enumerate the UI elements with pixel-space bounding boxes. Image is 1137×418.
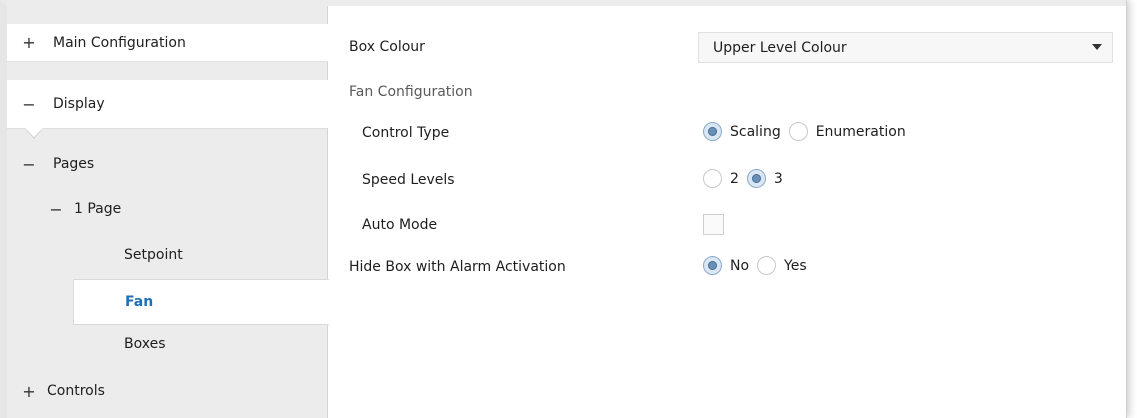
tree-item-boxes[interactable]: Boxes [124,324,166,364]
tree-item-fan[interactable]: Fan [73,279,329,325]
parameter-panel: Box Colour Upper Level Colour Fan Config… [329,6,1126,418]
tree-item-main-configuration[interactable]: + Main Configuration [7,24,328,62]
tree-item-pages[interactable]: − Pages [19,144,319,184]
tree-item-label: Pages [53,156,95,172]
collapse-icon[interactable]: − [46,200,66,219]
radio-unselected-icon[interactable] [757,256,777,275]
radio-label: No [730,257,750,274]
radio-unselected-icon[interactable] [703,169,722,188]
box-colour-label: Box Colour [349,39,425,55]
radio-3[interactable]: 3 [746,169,783,188]
auto-mode-label: Auto Mode [362,217,438,233]
radio-label: Enumeration [815,123,906,140]
radio-2[interactable]: 2 [703,169,739,188]
tree-item-label: Controls [47,383,105,399]
tree-item-controls[interactable]: + Controls [7,368,328,414]
radio-selected-icon[interactable] [703,256,722,275]
radio-no[interactable]: No [703,256,749,275]
auto-mode-checkbox[interactable] [703,214,724,235]
tree-item-label: Setpoint [124,247,183,263]
sidebar-tree: + Main Configuration − Display − Pages −… [7,6,329,418]
tree-item-label: Display [53,96,105,112]
box-colour-value: Upper Level Colour [713,39,847,56]
control-type-label: Control Type [362,125,450,141]
tree-item-setpoint[interactable]: Setpoint [124,235,183,275]
chevron-down-icon [1092,44,1102,50]
radio-unselected-icon[interactable] [788,122,808,141]
radio-label: Scaling [730,123,781,140]
collapse-icon[interactable]: − [19,155,39,174]
speed-levels-label: Speed Levels [362,172,455,188]
fan-configuration-heading: Fan Configuration [349,84,473,100]
hide-box-radio-group: No Yes [703,256,815,275]
radio-selected-icon[interactable] [703,122,722,141]
box-colour-select[interactable]: Upper Level Colour [698,32,1113,63]
tree-item-label: Fan [125,294,154,310]
expand-icon[interactable]: + [19,33,39,52]
radio-selected-icon[interactable] [746,169,766,188]
control-type-radio-group: Scaling Enumeration [703,122,914,141]
radio-enumeration[interactable]: Enumeration [788,122,906,141]
tree-group-notch [7,128,328,139]
tree-item-1-page[interactable]: − 1 Page [46,189,316,229]
speed-levels-radio-group: 2 3 [703,169,791,188]
window-frame: + Main Configuration − Display − Pages −… [0,0,1127,418]
collapse-icon[interactable]: − [19,95,39,114]
radio-label: 2 [730,170,739,187]
tree-item-label: Main Configuration [53,34,186,51]
tree-item-label: 1 Page [74,201,122,217]
radio-label: 3 [773,170,783,187]
radio-label: Yes [784,257,807,274]
tree-item-label: Boxes [124,336,166,352]
radio-scaling[interactable]: Scaling [703,122,781,141]
radio-yes[interactable]: Yes [757,256,807,275]
tree-item-display[interactable]: − Display [7,80,328,128]
expand-icon[interactable]: + [19,382,39,401]
hide-box-label: Hide Box with Alarm Activation [349,259,566,275]
